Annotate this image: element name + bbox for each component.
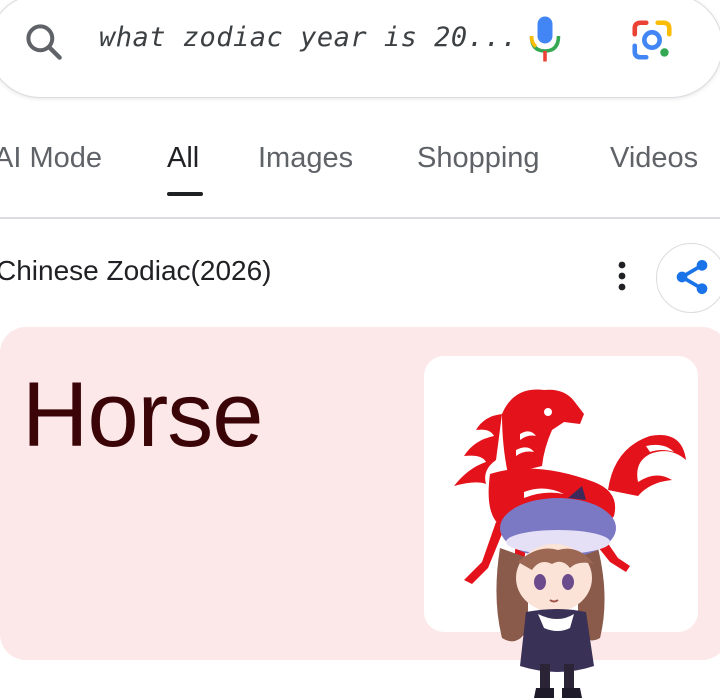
active-tab-indicator bbox=[167, 192, 203, 196]
share-icon bbox=[676, 260, 708, 294]
search-icon[interactable] bbox=[22, 20, 66, 64]
chibi-character-sticker bbox=[496, 486, 616, 698]
google-lens-icon[interactable] bbox=[629, 17, 675, 63]
tab-ai-mode[interactable]: AI Mode bbox=[0, 142, 102, 175]
tab-videos[interactable]: Videos bbox=[610, 142, 698, 175]
search-bar[interactable]: what zodiac year is 20... bbox=[0, 0, 720, 98]
tab-shopping[interactable]: Shopping bbox=[417, 142, 540, 175]
search-tabs: AI Mode All Images Shopping Videos bbox=[0, 140, 720, 200]
share-button[interactable] bbox=[656, 243, 720, 313]
tab-all[interactable]: All bbox=[167, 142, 199, 175]
tabs-divider bbox=[0, 217, 720, 219]
search-input[interactable]: what zodiac year is 20... bbox=[99, 22, 518, 53]
tab-images[interactable]: Images bbox=[258, 142, 353, 175]
result-header: Chinese Zodiac(2026) bbox=[0, 255, 272, 286]
mic-icon[interactable] bbox=[527, 13, 563, 65]
zodiac-answer: Horse bbox=[22, 364, 263, 466]
more-vert-icon[interactable] bbox=[612, 258, 632, 294]
